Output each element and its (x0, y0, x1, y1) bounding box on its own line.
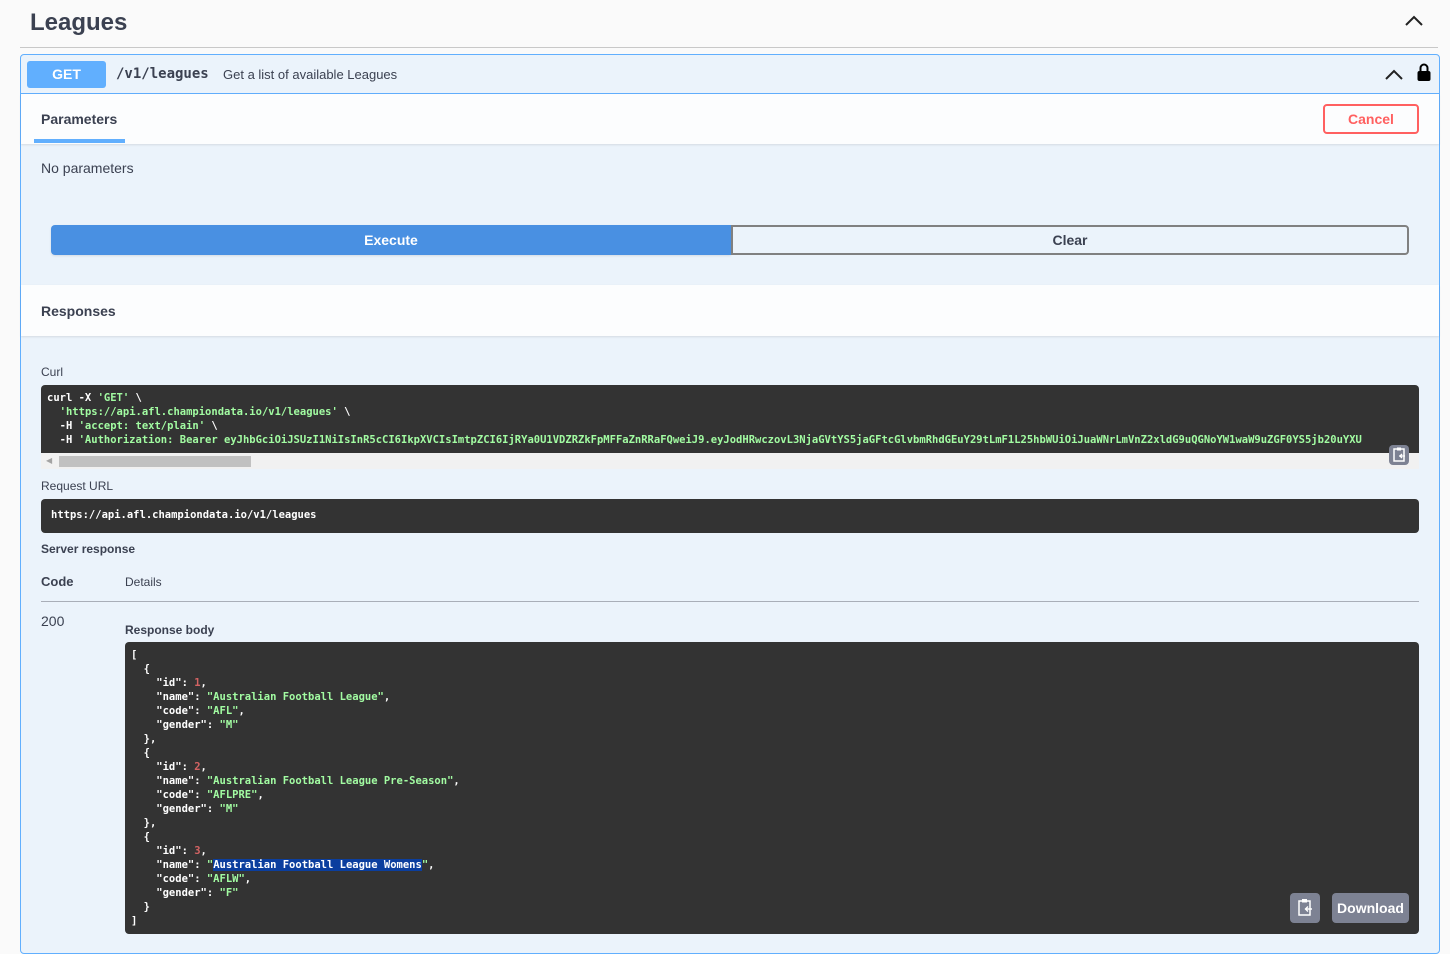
copy-to-clipboard-button[interactable] (1290, 893, 1320, 923)
curl-line: -H 'Authorization: Bearer eyJhbGciOiJSUz… (47, 434, 1362, 446)
table-divider (41, 601, 1419, 602)
method-badge: GET (27, 61, 106, 88)
response-json: [ { "id": 1, "name": "Australian Footbal… (131, 649, 460, 927)
curl-line: -H 'accept: text/plain' \ (47, 420, 218, 432)
request-url-label: Request URL (41, 479, 114, 493)
response-body-label: Response body (125, 623, 215, 637)
endpoint-path: /v1/leagues (116, 66, 209, 82)
responses-header: Responses (21, 285, 1439, 336)
execute-wrapper: Execute Clear (51, 225, 1409, 256)
no-parameters-text: No parameters (41, 160, 134, 176)
tab-parameters[interactable]: Parameters (41, 111, 117, 127)
curl-command-box[interactable]: curl -X 'GET' \ 'https://api.afl.champio… (41, 385, 1419, 453)
clear-button[interactable]: Clear (731, 225, 1409, 255)
curl-command: curl -X 'GET' \ 'https://api.afl.champio… (47, 391, 1362, 447)
parameters-header: Parameters Cancel (21, 94, 1439, 144)
copy-to-clipboard-button[interactable] (1389, 445, 1409, 465)
clipboard-icon (1298, 899, 1312, 916)
responses-title: Responses (41, 303, 116, 319)
request-url[interactable]: https://api.afl.championdata.io/v1/leagu… (51, 509, 317, 521)
active-tab-indicator (34, 139, 125, 143)
tag-title: Leagues (30, 9, 128, 36)
download-button[interactable]: Download (1332, 893, 1409, 923)
curl-label: Curl (41, 365, 64, 379)
response-body[interactable]: [ { "id": 1, "name": "Australian Footbal… (125, 642, 1419, 934)
chevron-up-icon[interactable] (1385, 69, 1403, 81)
chevron-up-icon[interactable] (1404, 14, 1424, 28)
details-column-header: Details (125, 575, 162, 589)
operation-summary[interactable]: GET /v1/leagues Get a list of available … (21, 55, 1439, 94)
scrollbar-thumb[interactable] (59, 456, 251, 467)
scroll-left-arrow-icon[interactable]: ◀ (46, 456, 52, 465)
status-code: 200 (41, 613, 65, 629)
lock-icon[interactable] (1417, 63, 1431, 81)
execute-button[interactable]: Execute (51, 225, 731, 255)
operation-block: GET /v1/leagues Get a list of available … (20, 54, 1440, 954)
tag-header[interactable]: Leagues (20, 0, 1438, 48)
cancel-button[interactable]: Cancel (1323, 104, 1419, 134)
curl-line: curl -X 'GET' \ (47, 392, 142, 404)
request-url-box: https://api.afl.championdata.io/v1/leagu… (41, 499, 1419, 533)
server-response-label: Server response (41, 542, 136, 556)
curl-line: 'https://api.afl.championdata.io/v1/leag… (59, 406, 351, 418)
code-column-header: Code (41, 574, 74, 589)
clipboard-icon (1393, 447, 1405, 462)
operation-description: Get a list of available Leagues (223, 67, 398, 82)
horizontal-scrollbar[interactable]: ◀ (41, 453, 1419, 469)
